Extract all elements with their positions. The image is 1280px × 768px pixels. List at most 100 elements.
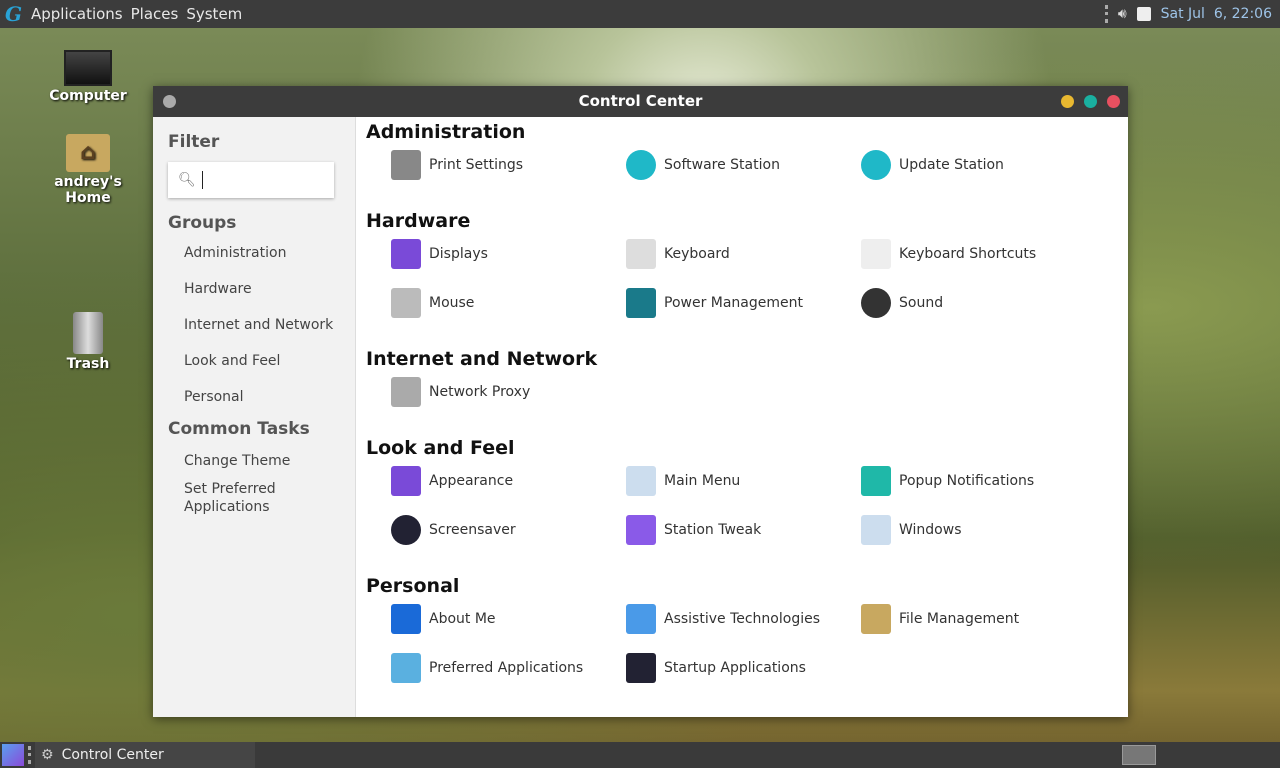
- desktop-icon-trash[interactable]: Trash: [38, 312, 138, 372]
- applet-windows[interactable]: Windows: [861, 514, 962, 546]
- applet-label: Popup Notifications: [899, 473, 1035, 489]
- applet-startup-applications[interactable]: Startup Applications: [626, 652, 806, 684]
- applet-label: Appearance: [429, 473, 514, 489]
- section-title-look-and-feel: Look and Feel: [366, 437, 515, 459]
- taskbar-handle: [28, 746, 31, 764]
- window-titlebar[interactable]: Control Center: [153, 86, 1128, 117]
- applet-label: Update Station: [899, 157, 1004, 173]
- sidebar: Filter 🔍︎ Groups Administration Hardware I…: [153, 117, 356, 717]
- taskbar-item-control-center[interactable]: ⚙ Control Center: [35, 742, 255, 768]
- ctrl-key-icon: [861, 239, 891, 269]
- group-hardware[interactable]: Hardware: [184, 271, 355, 307]
- control-center-window: Control Center Filter 🔍︎ Groups Administ…: [153, 86, 1128, 717]
- applet-update-station[interactable]: Update Station: [861, 149, 1004, 181]
- applet-label: Power Management: [664, 295, 804, 311]
- notification-icon: [861, 466, 891, 496]
- section-title-personal: Personal: [366, 575, 460, 597]
- applet-about-me[interactable]: About Me: [391, 603, 496, 635]
- clock[interactable]: Sat Jul 6, 22:06: [1161, 6, 1272, 22]
- applet-preferred-applications[interactable]: Preferred Applications: [391, 652, 583, 684]
- minimize-button[interactable]: [1061, 95, 1074, 108]
- text-caret: [201, 171, 203, 189]
- show-desktop-button[interactable]: [2, 744, 24, 766]
- upload-icon: [861, 150, 891, 180]
- applet-software-station[interactable]: Software Station: [626, 149, 780, 181]
- applet-keyboard[interactable]: Keyboard: [626, 238, 730, 270]
- filter-heading: Filter: [168, 132, 220, 152]
- applet-label: Keyboard: [664, 246, 730, 262]
- desktop-icon-label: Trash: [66, 356, 110, 372]
- applet-label: Assistive Technologies: [664, 611, 821, 627]
- applet-main-menu[interactable]: Main Menu: [626, 465, 740, 497]
- applet-label: Network Proxy: [429, 384, 531, 400]
- applet-label: Print Settings: [429, 157, 524, 173]
- keyboard-icon: [626, 239, 656, 269]
- windows-icon: [861, 515, 891, 545]
- applet-popup-notifications[interactable]: Popup Notifications: [861, 465, 1034, 497]
- applet-print-settings[interactable]: Print Settings: [391, 149, 523, 181]
- applet-keyboard-shortcuts[interactable]: Keyboard Shortcuts: [861, 238, 1036, 270]
- trash-icon: [73, 312, 103, 354]
- volume-icon[interactable]: 🔊︎: [1118, 6, 1127, 22]
- group-administration[interactable]: Administration: [184, 235, 355, 271]
- group-look-and-feel[interactable]: Look and Feel: [184, 343, 355, 379]
- applet-label: Station Tweak: [664, 522, 762, 538]
- system-tray: 🔊︎ Sat Jul 6, 22:06: [1104, 0, 1272, 28]
- applet-appearance[interactable]: Appearance: [391, 465, 513, 497]
- desktop-icon-home[interactable]: ⌂ andrey's Home: [38, 134, 138, 206]
- section-title-administration: Administration: [366, 121, 526, 143]
- applet-displays[interactable]: Displays: [391, 238, 488, 270]
- applet-label: Main Menu: [664, 473, 741, 489]
- places-menu[interactable]: Places: [131, 5, 179, 23]
- speaker-icon: [861, 288, 891, 318]
- applet-label: Startup Applications: [664, 660, 806, 676]
- applet-label: Keyboard Shortcuts: [899, 246, 1037, 262]
- task-change-theme[interactable]: Change Theme: [184, 443, 355, 479]
- maximize-button[interactable]: [1084, 95, 1097, 108]
- section-title-internet-and-network: Internet and Network: [366, 348, 598, 370]
- applications-menu[interactable]: Applications: [31, 5, 123, 23]
- applet-label: File Management: [899, 611, 1020, 627]
- desktop-icon-computer[interactable]: Computer: [38, 50, 138, 104]
- applet-file-management[interactable]: File Management: [861, 603, 1019, 635]
- workspace-switcher[interactable]: [1122, 745, 1156, 765]
- applet-assistive-technologies[interactable]: Assistive Technologies: [626, 603, 820, 635]
- applet-label: Windows: [899, 522, 962, 538]
- power-icon: [626, 288, 656, 318]
- applet-label: Screensaver: [429, 522, 516, 538]
- main-panel: Administration Print Settings Software Sta…: [357, 117, 1128, 717]
- groups-heading: Groups: [168, 213, 237, 233]
- applet-station-tweak[interactable]: Station Tweak: [626, 514, 761, 546]
- home-folder-icon: ⌂: [66, 134, 110, 172]
- applet-network-proxy[interactable]: Network Proxy: [391, 376, 530, 408]
- applet-label: About Me: [429, 611, 496, 627]
- download-icon: [626, 150, 656, 180]
- group-personal[interactable]: Personal: [184, 379, 355, 415]
- preferred-apps-icon: [391, 653, 421, 683]
- tweak-icon: [626, 515, 656, 545]
- appearance-icon: [391, 466, 421, 496]
- close-button[interactable]: [1107, 95, 1120, 108]
- applet-label: Preferred Applications: [429, 660, 584, 676]
- applet-label: Software Station: [664, 157, 780, 173]
- window-menu-button[interactable]: [163, 95, 176, 108]
- top-panel: G Applications Places System 🔊︎ Sat Jul …: [0, 0, 1280, 28]
- control-center-icon: ⚙: [41, 747, 54, 763]
- group-internet-and-network[interactable]: Internet and Network: [184, 307, 355, 343]
- applet-sound[interactable]: Sound: [861, 287, 943, 319]
- common-tasks-heading: Common Tasks: [168, 419, 310, 439]
- applet-screensaver[interactable]: Screensaver: [391, 514, 516, 546]
- applet-power-management[interactable]: Power Management: [626, 287, 803, 319]
- taskbar-item-label: Control Center: [61, 747, 164, 763]
- startup-icon: [626, 653, 656, 683]
- system-menu[interactable]: System: [186, 5, 242, 23]
- applet-mouse[interactable]: Mouse: [391, 287, 474, 319]
- distro-logo-icon[interactable]: G: [5, 4, 25, 24]
- folder-icon: [861, 604, 891, 634]
- network-icon[interactable]: [1136, 7, 1151, 21]
- task-set-preferred-applications[interactable]: Set Preferred Applications: [184, 480, 294, 516]
- filter-search-input[interactable]: 🔍︎: [168, 162, 334, 198]
- printer-icon: [391, 150, 421, 180]
- accessibility-icon: [626, 604, 656, 634]
- window-title: Control Center: [578, 92, 703, 110]
